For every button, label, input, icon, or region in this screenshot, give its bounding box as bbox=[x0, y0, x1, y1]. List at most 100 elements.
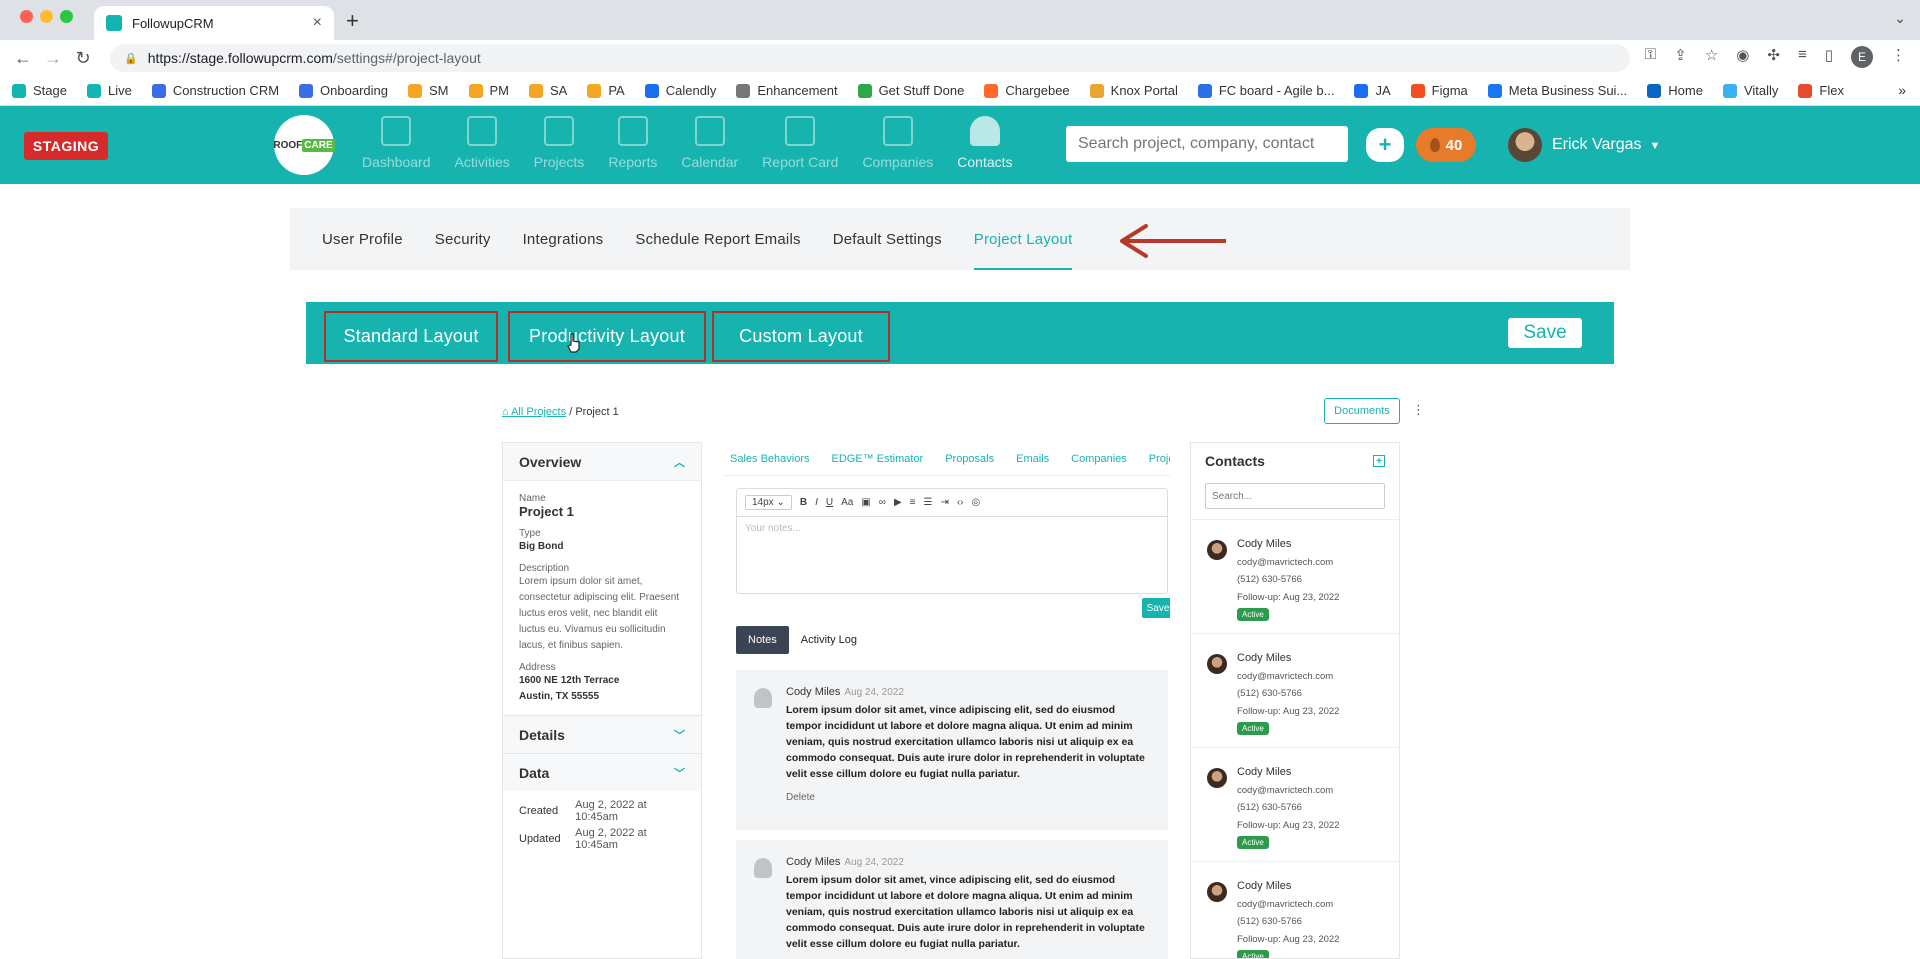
reload-icon[interactable]: ↻ bbox=[68, 48, 98, 69]
more-bookmarks-icon[interactable]: » bbox=[1898, 82, 1906, 98]
share-icon[interactable]: ⇪ bbox=[1674, 46, 1687, 68]
save-layout-button[interactable]: Save bbox=[1508, 318, 1582, 348]
add-button[interactable]: + bbox=[1366, 128, 1404, 162]
contact-item[interactable]: Cody Miles cody@mavrictech.com (512) 630-5… bbox=[1191, 633, 1399, 747]
subtab-item[interactable]: Companies bbox=[1071, 453, 1127, 465]
bookmark-item[interactable]: JA bbox=[1354, 83, 1391, 98]
data-section[interactable]: Data ﹀ bbox=[503, 753, 701, 791]
browser-menu-icon[interactable]: ⋮ bbox=[1891, 46, 1906, 68]
nav-item-reports[interactable]: Reports bbox=[608, 116, 657, 170]
bookmark-item[interactable]: Construction CRM bbox=[151, 83, 279, 98]
details-section[interactable]: Details ﹀ bbox=[503, 715, 701, 753]
subtab-item[interactable]: Emails bbox=[1016, 453, 1049, 465]
align-icon[interactable]: ≡ bbox=[910, 497, 916, 508]
forward-arrow-icon[interactable]: → bbox=[38, 48, 68, 69]
roofcare-logo[interactable]: ROOF CARE bbox=[273, 115, 335, 175]
subtab-item[interactable]: Sales Behaviors bbox=[730, 453, 810, 465]
nav-item-dashboard[interactable]: Dashboard bbox=[362, 116, 431, 170]
italic-icon[interactable]: I bbox=[815, 497, 818, 508]
tab-schedule-report-emails[interactable]: Schedule Report Emails bbox=[635, 208, 800, 270]
tab-search-chevron-icon[interactable]: ⌄ bbox=[1894, 10, 1906, 27]
bookmark-item[interactable]: SM bbox=[408, 83, 449, 98]
bookmark-item[interactable]: Calendly bbox=[644, 83, 716, 98]
bookmark-item[interactable]: Home bbox=[1647, 83, 1703, 98]
contact-item[interactable]: Cody Miles cody@mavrictech.com (512) 630-5… bbox=[1191, 519, 1399, 633]
productivity-layout-button[interactable]: Productivity Layout bbox=[508, 311, 706, 362]
nav-item-projects[interactable]: Projects bbox=[534, 116, 584, 170]
bookmark-item[interactable]: PM bbox=[468, 83, 509, 98]
breadcrumb-all-projects-link[interactable]: ⌂ All Projects bbox=[502, 406, 566, 418]
close-window-button[interactable] bbox=[20, 10, 33, 23]
user-avatar[interactable] bbox=[1508, 128, 1542, 162]
profile-avatar[interactable]: E bbox=[1851, 46, 1873, 68]
bookmark-item[interactable]: PA bbox=[587, 83, 625, 98]
bookmark-star-icon[interactable]: ☆ bbox=[1705, 46, 1718, 68]
bookmark-item[interactable]: Meta Business Sui... bbox=[1487, 83, 1627, 98]
puzzle-extensions-icon[interactable]: ✣ bbox=[1767, 46, 1780, 68]
nav-item-report-card[interactable]: Report Card bbox=[762, 116, 838, 170]
contacts-search-input[interactable]: Search... bbox=[1205, 483, 1385, 509]
tab-security[interactable]: Security bbox=[435, 208, 491, 270]
tab-project-layout[interactable]: Project Layout bbox=[973, 208, 1073, 270]
maximize-window-button[interactable] bbox=[60, 10, 73, 23]
subtab-item[interactable]: EDGE™ Estimator bbox=[832, 453, 924, 465]
overview-header[interactable]: Overview ︿ bbox=[503, 443, 701, 481]
bookmark-item[interactable]: Figma bbox=[1410, 83, 1468, 98]
custom-layout-button[interactable]: Custom Layout bbox=[712, 311, 890, 362]
bookmark-item[interactable]: Enhancement bbox=[736, 83, 838, 98]
list-icon[interactable]: ☰ bbox=[923, 497, 932, 508]
subtab-item[interactable]: Projec bbox=[1149, 453, 1170, 465]
bookmark-item[interactable]: Live bbox=[86, 83, 132, 98]
nav-item-companies[interactable]: Companies bbox=[862, 116, 933, 170]
bookmark-item[interactable]: Get Stuff Done bbox=[857, 83, 964, 98]
underline-icon[interactable]: U bbox=[826, 497, 833, 508]
text-format-icon[interactable]: Aa bbox=[841, 497, 853, 508]
tab-user-profile[interactable]: User Profile bbox=[322, 208, 403, 270]
bookmark-item[interactable]: FC board - Agile b... bbox=[1197, 83, 1334, 98]
nav-item-contacts[interactable]: Contacts bbox=[957, 116, 1013, 170]
nav-item-activities[interactable]: Activities bbox=[455, 116, 510, 170]
bookmark-item[interactable]: Vitally bbox=[1722, 83, 1778, 98]
key-icon[interactable]: ⚿ bbox=[1645, 46, 1656, 68]
extension-icon[interactable]: ◉ bbox=[1736, 46, 1749, 68]
more-options-icon[interactable]: ⋮ bbox=[1412, 402, 1425, 418]
subtab-item[interactable]: Proposals bbox=[945, 453, 994, 465]
delete-note-link[interactable]: Delete bbox=[786, 792, 1152, 803]
bookmark-item[interactable]: SA bbox=[529, 83, 567, 98]
indent-icon[interactable]: ⇥ bbox=[940, 497, 948, 508]
minimize-window-button[interactable] bbox=[40, 10, 53, 23]
standard-layout-button[interactable]: Standard Layout bbox=[324, 311, 498, 362]
code-icon[interactable]: ‹› bbox=[957, 497, 964, 508]
browser-tab[interactable]: FollowupCRM × bbox=[94, 6, 334, 40]
back-arrow-icon[interactable]: ← bbox=[8, 48, 38, 69]
image-icon[interactable]: ▣ bbox=[861, 497, 870, 508]
contact-item[interactable]: Cody Miles cody@mavrictech.com (512) 630-5… bbox=[1191, 861, 1399, 958]
documents-button[interactable]: Documents bbox=[1324, 398, 1400, 424]
preview-eye-icon[interactable]: ◎ bbox=[972, 497, 981, 508]
close-tab-icon[interactable]: × bbox=[313, 14, 322, 32]
nav-item-calendar[interactable]: Calendar bbox=[681, 116, 738, 170]
font-size-select[interactable]: 14px ⌄ bbox=[745, 495, 792, 510]
new-tab-icon[interactable]: + bbox=[346, 8, 359, 34]
sidebar-icon[interactable]: ▯ bbox=[1825, 46, 1833, 68]
tab-notes[interactable]: Notes bbox=[736, 626, 789, 654]
bookmark-item[interactable]: Flex bbox=[1798, 83, 1844, 98]
tab-default-settings[interactable]: Default Settings bbox=[833, 208, 942, 270]
global-search-input[interactable] bbox=[1066, 126, 1348, 162]
video-icon[interactable]: ▶ bbox=[894, 497, 902, 508]
editor-save-button[interactable]: Save bbox=[1142, 598, 1170, 618]
tab-integrations[interactable]: Integrations bbox=[523, 208, 604, 270]
bookmark-item[interactable]: Stage bbox=[12, 83, 67, 98]
tab-activity-log[interactable]: Activity Log bbox=[789, 626, 869, 654]
flame-counter-badge[interactable]: 40 bbox=[1416, 128, 1476, 162]
link-icon[interactable]: ∞ bbox=[879, 497, 886, 508]
notes-editor[interactable]: 14px ⌄ B I U Aa ▣ ∞ ▶ ≡ ☰ ⇥ ‹› ◎ Your no… bbox=[736, 488, 1168, 594]
bookmark-item[interactable]: Onboarding bbox=[299, 83, 388, 98]
media-icon[interactable]: ≡ bbox=[1798, 46, 1807, 68]
bookmark-item[interactable]: Chargebee bbox=[984, 83, 1070, 98]
bold-icon[interactable]: B bbox=[800, 497, 807, 508]
user-menu[interactable]: Erick Vargas ▼ bbox=[1552, 136, 1660, 154]
address-bar[interactable]: 🔒 https://stage.followupcrm.com/settings… bbox=[110, 44, 1630, 72]
bookmark-item[interactable]: Knox Portal bbox=[1089, 83, 1178, 98]
add-contact-icon[interactable]: + bbox=[1373, 455, 1385, 467]
